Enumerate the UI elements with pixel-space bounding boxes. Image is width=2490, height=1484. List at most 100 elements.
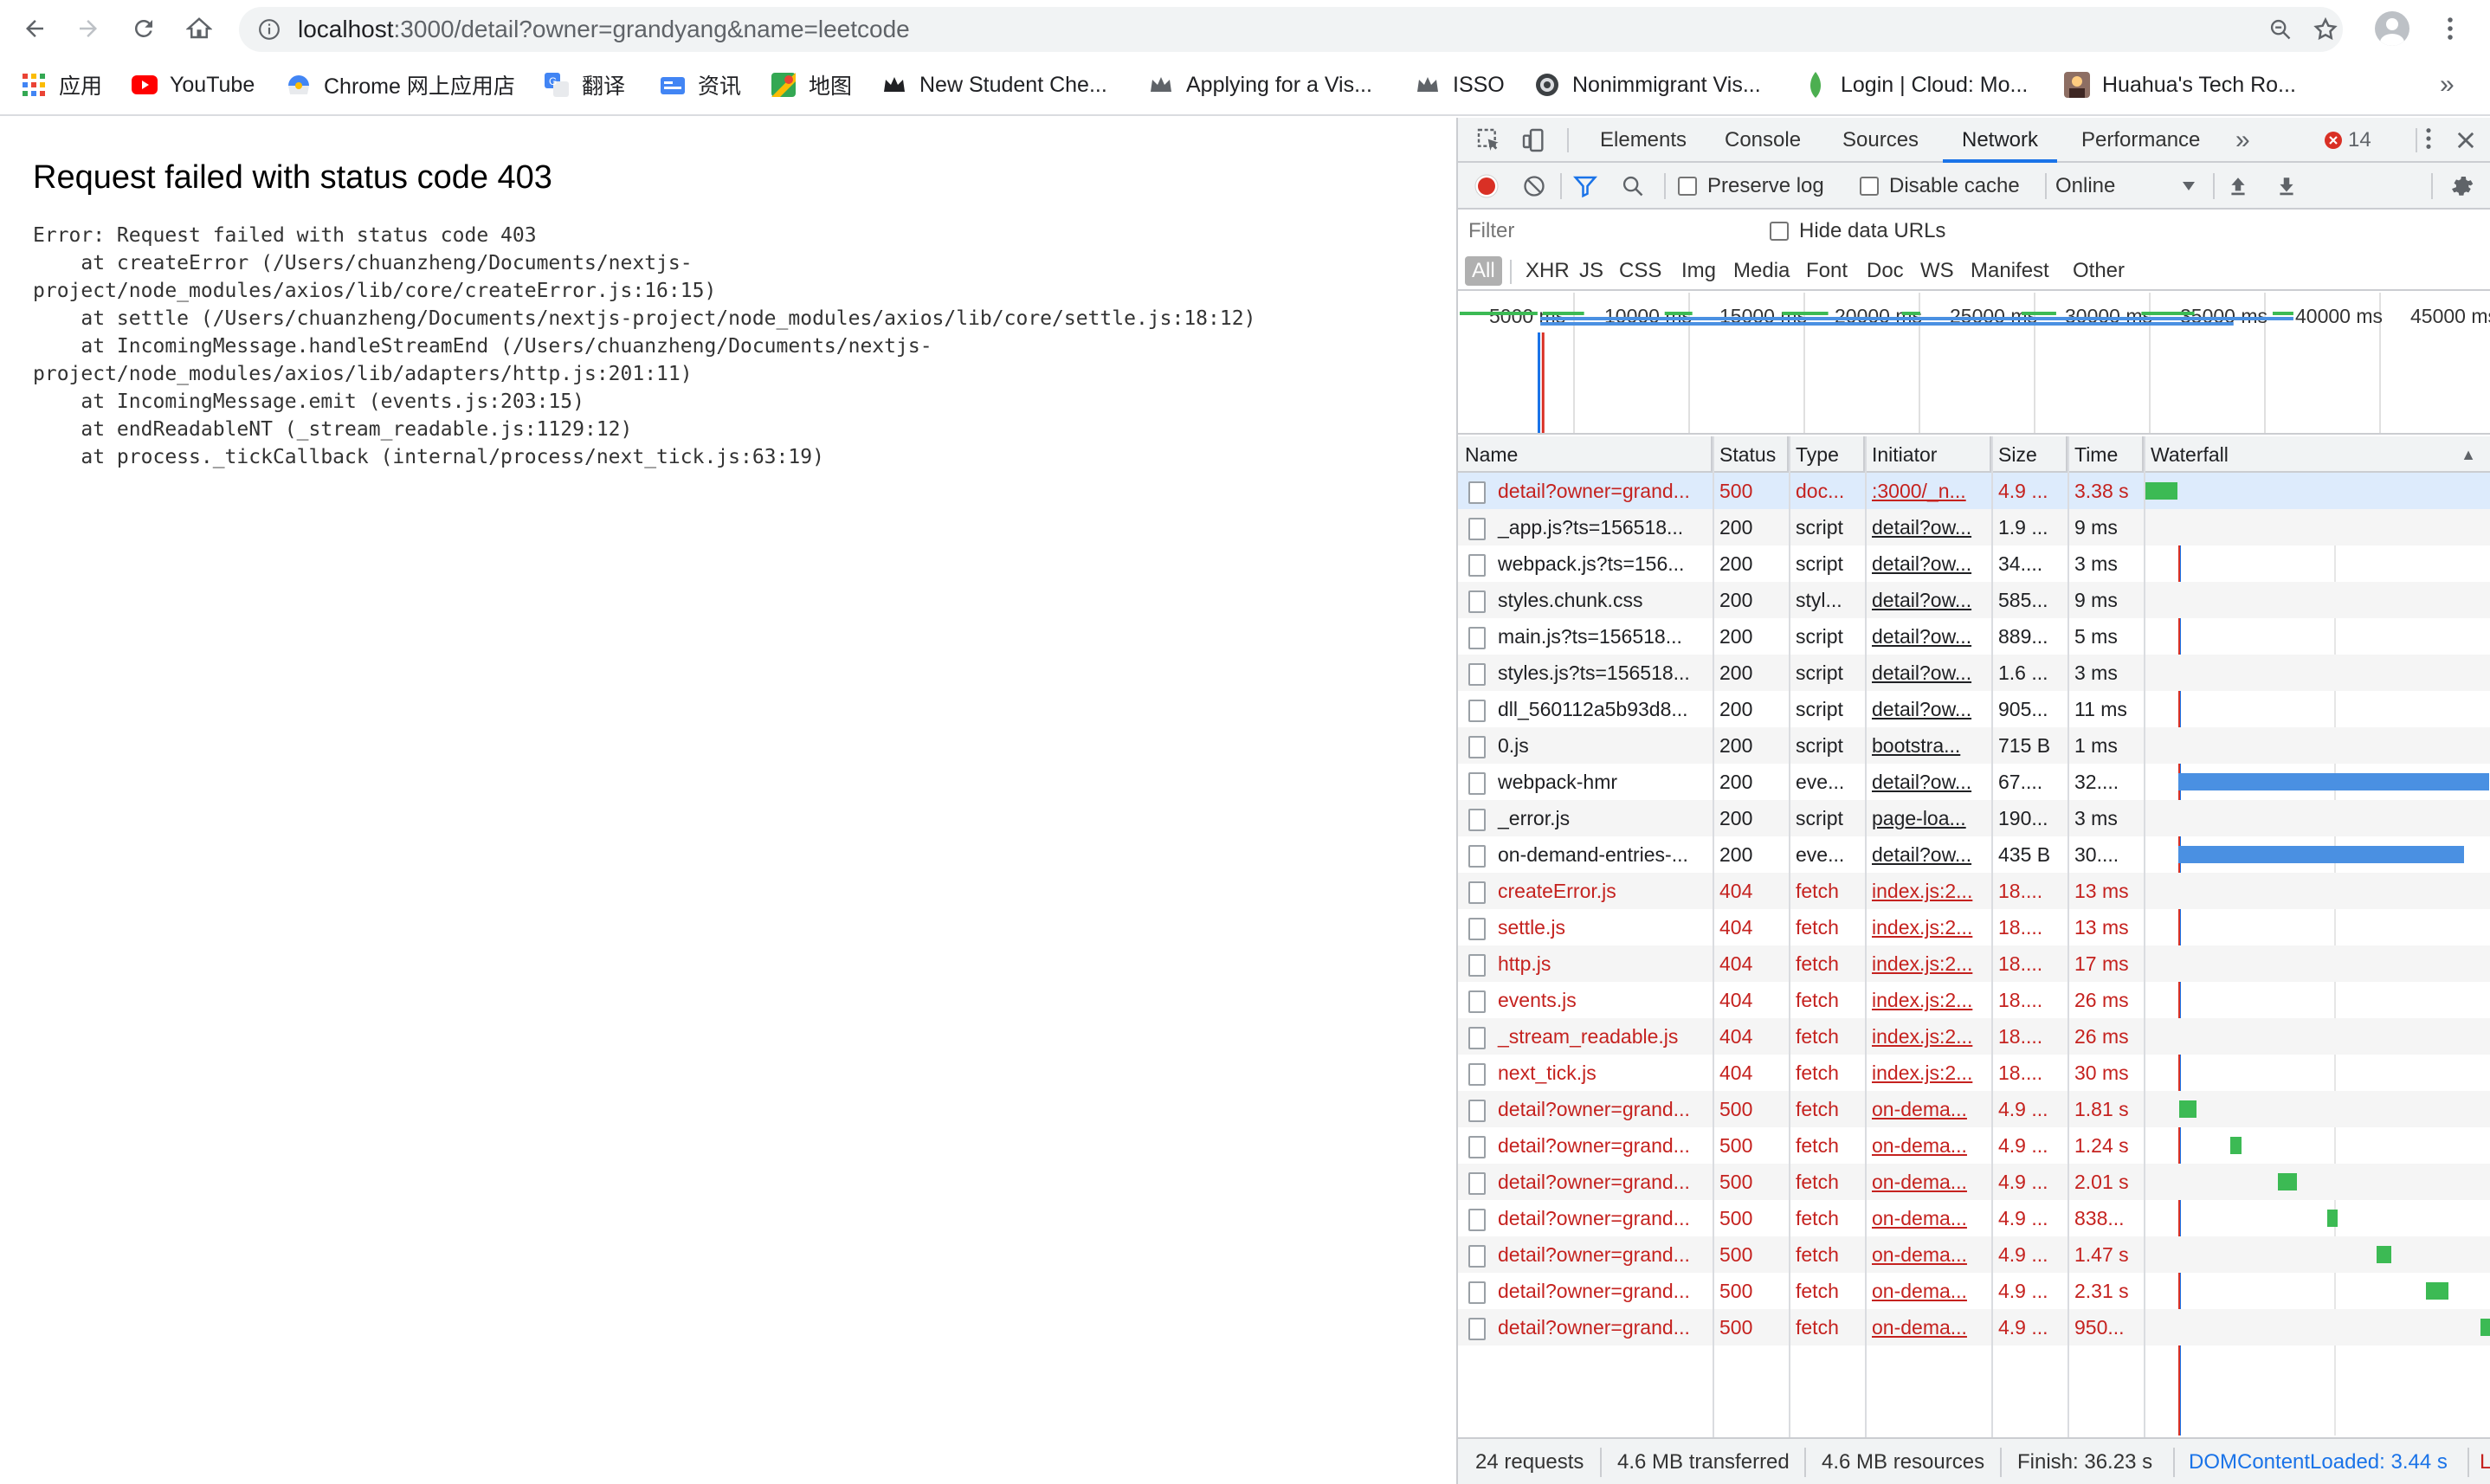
request-row[interactable]: detail?owner=grand... 500 fetch on-dema... 4… bbox=[1458, 1273, 2490, 1309]
request-row[interactable]: detail?owner=grand... 500 fetch on-dema... 4… bbox=[1458, 1236, 2490, 1273]
network-settings-button[interactable] bbox=[2448, 163, 2474, 210]
bookmarks-overflow-button[interactable]: » bbox=[2440, 68, 2455, 102]
device-toolbar-button[interactable] bbox=[1520, 126, 1548, 154]
request-row[interactable]: dll_560112a5b93d8... 200 script detail?ow..… bbox=[1458, 691, 2490, 727]
site-info-icon[interactable] bbox=[258, 18, 281, 41]
request-row[interactable]: detail?owner=grand... 500 fetch on-dema... 4… bbox=[1458, 1309, 2490, 1345]
home-button[interactable] bbox=[180, 10, 218, 48]
request-row[interactable]: detail?owner=grand... 500 fetch on-dema... 4… bbox=[1458, 1200, 2490, 1236]
type-filter-img[interactable]: Img bbox=[1674, 256, 1723, 286]
request-row[interactable]: _error.js 200 script page-loa... 190... 3 ms bbox=[1458, 800, 2490, 836]
hide-data-urls-checkbox[interactable]: Hide data URLs bbox=[1770, 210, 1945, 253]
type-filter-css[interactable]: CSS bbox=[1612, 256, 1668, 286]
bookmark-chrome-webstore[interactable]: Chrome 网上应用店 bbox=[286, 68, 515, 102]
type-filter-media[interactable]: Media bbox=[1726, 256, 1797, 286]
export-har-button[interactable] bbox=[2275, 163, 2298, 210]
cell-initiator[interactable]: detail?ow... bbox=[1865, 691, 1991, 727]
request-row[interactable]: webpack.js?ts=156... 200 script detail?ow..… bbox=[1458, 545, 2490, 582]
bookmark-new-student[interactable]: New Student Che... bbox=[881, 68, 1107, 102]
cell-initiator[interactable]: index.js:2... bbox=[1865, 873, 1991, 909]
bookmark-huahua[interactable]: Huahua's Tech Ro... bbox=[2064, 68, 2296, 102]
checkbox[interactable] bbox=[1770, 222, 1789, 241]
bookmark-maps[interactable]: 地图 bbox=[771, 68, 852, 102]
tab-network[interactable]: Network bbox=[1943, 118, 2058, 163]
type-filter-other[interactable]: Other bbox=[2066, 256, 2132, 286]
cell-initiator[interactable]: detail?ow... bbox=[1865, 509, 1991, 545]
bookmark-nonimmigrant-visa[interactable]: Nonimmigrant Vis... bbox=[1534, 68, 1761, 102]
zoom-icon[interactable] bbox=[2267, 16, 2294, 43]
tab-console[interactable]: Console bbox=[1725, 118, 1801, 163]
cell-initiator[interactable]: detail?ow... bbox=[1865, 764, 1991, 800]
cell-initiator[interactable]: bootstra... bbox=[1865, 727, 1991, 764]
request-row[interactable]: detail?owner=grand... 500 fetch on-dema... 4… bbox=[1458, 1091, 2490, 1127]
request-row[interactable]: http.js 404 fetch index.js:2... 18.... 17 ms bbox=[1458, 945, 2490, 982]
inspect-element-button[interactable] bbox=[1475, 126, 1503, 154]
cell-initiator[interactable]: detail?ow... bbox=[1865, 836, 1991, 873]
cell-initiator[interactable]: on-dema... bbox=[1865, 1273, 1991, 1309]
bookmark-apps[interactable]: 应用 bbox=[21, 68, 102, 102]
devtools-menu-button[interactable] bbox=[2416, 126, 2442, 154]
type-filter-all[interactable]: All bbox=[1465, 256, 1502, 286]
request-row[interactable]: webpack-hmr 200 eve... detail?ow... 67.... 32… bbox=[1458, 764, 2490, 800]
clear-button[interactable] bbox=[1522, 163, 1546, 210]
request-row[interactable]: detail?owner=grand... 500 doc...:3000/_n..… bbox=[1458, 473, 2490, 509]
cell-initiator[interactable]: on-dema... bbox=[1865, 1309, 1991, 1345]
type-filter-js[interactable]: JS bbox=[1572, 256, 1610, 286]
disable-cache-checkbox[interactable]: Disable cache bbox=[1860, 163, 2020, 210]
cell-initiator[interactable]: detail?ow... bbox=[1865, 545, 1991, 582]
tab-elements[interactable]: Elements bbox=[1600, 118, 1687, 163]
throttling-select[interactable]: Online bbox=[2055, 163, 2203, 210]
close-devtools-button[interactable] bbox=[2454, 128, 2478, 152]
request-row[interactable]: next_tick.js 404 fetch index.js:2... 18.... 3… bbox=[1458, 1055, 2490, 1091]
type-filter-xhr[interactable]: XHR bbox=[1519, 256, 1577, 286]
bookmark-star-icon[interactable] bbox=[2312, 16, 2339, 43]
type-filter-ws[interactable]: WS bbox=[1913, 256, 1961, 286]
column-header-time[interactable]: Time bbox=[2067, 436, 2144, 473]
back-button[interactable] bbox=[16, 10, 54, 48]
bookmark-applying-visa[interactable]: Applying for a Vis... bbox=[1148, 68, 1372, 102]
column-header-status[interactable]: Status bbox=[1713, 436, 1789, 473]
browser-menu-button[interactable] bbox=[2431, 10, 2469, 48]
preserve-log-checkbox[interactable]: Preserve log bbox=[1678, 163, 1824, 210]
url-text[interactable]: localhost:3000/detail?owner=grandyang&na… bbox=[298, 17, 910, 42]
column-header-size[interactable]: Size bbox=[1991, 436, 2067, 473]
tab-sources[interactable]: Sources bbox=[1842, 118, 1919, 163]
request-row[interactable]: createError.js 404 fetch index.js:2... 18...… bbox=[1458, 873, 2490, 909]
error-count-badge[interactable]: 14 bbox=[2324, 118, 2371, 163]
record-button[interactable] bbox=[1474, 163, 1500, 210]
profile-avatar[interactable] bbox=[2375, 11, 2409, 46]
bookmark-news[interactable]: 资讯 bbox=[660, 68, 741, 102]
forward-button[interactable] bbox=[69, 10, 107, 48]
request-row[interactable]: settle.js 404 fetch index.js:2... 18.... 13 m… bbox=[1458, 909, 2490, 945]
cell-initiator[interactable]: index.js:2... bbox=[1865, 1018, 1991, 1055]
checkbox[interactable] bbox=[1860, 177, 1879, 196]
cell-initiator[interactable]: :3000/_n... bbox=[1865, 473, 1991, 509]
more-tabs-button[interactable]: » bbox=[2235, 118, 2250, 163]
request-row[interactable]: styles.chunk.css 200 styl... detail?ow... 58… bbox=[1458, 582, 2490, 618]
cell-initiator[interactable]: detail?ow... bbox=[1865, 655, 1991, 691]
filter-toggle-button[interactable] bbox=[1572, 163, 1598, 210]
import-har-button[interactable] bbox=[2227, 163, 2249, 210]
cell-initiator[interactable]: on-dema... bbox=[1865, 1164, 1991, 1200]
search-button[interactable] bbox=[1621, 163, 1645, 210]
reload-button[interactable] bbox=[125, 10, 163, 48]
cell-initiator[interactable]: detail?ow... bbox=[1865, 582, 1991, 618]
request-row[interactable]: events.js 404 fetch index.js:2... 18.... 26 m… bbox=[1458, 982, 2490, 1018]
cell-initiator[interactable]: on-dema... bbox=[1865, 1091, 1991, 1127]
bookmark-translate[interactable]: G 翻译 bbox=[544, 68, 625, 102]
tab-performance[interactable]: Performance bbox=[2081, 118, 2200, 163]
address-bar[interactable]: localhost:3000/detail?owner=grandyang&na… bbox=[239, 7, 2343, 52]
type-filter-doc[interactable]: Doc bbox=[1860, 256, 1911, 286]
cell-initiator[interactable]: on-dema... bbox=[1865, 1236, 1991, 1273]
column-header-type[interactable]: Type bbox=[1789, 436, 1865, 473]
bookmark-isso[interactable]: ISSO bbox=[1415, 68, 1505, 102]
cell-initiator[interactable]: detail?ow... bbox=[1865, 618, 1991, 655]
bookmark-login-cloud[interactable]: Login | Cloud: Mo... bbox=[1803, 68, 2028, 102]
filter-input[interactable] bbox=[1463, 216, 1749, 246]
cell-initiator[interactable]: index.js:2... bbox=[1865, 945, 1991, 982]
request-row[interactable]: _stream_readable.js 404 fetch index.js:2...… bbox=[1458, 1018, 2490, 1055]
request-row[interactable]: 0.js 200 script bootstra... 715 B 1 ms bbox=[1458, 727, 2490, 764]
cell-initiator[interactable]: index.js:2... bbox=[1865, 909, 1991, 945]
checkbox[interactable] bbox=[1678, 177, 1697, 196]
request-row[interactable]: main.js?ts=156518... 200 script detail?ow..… bbox=[1458, 618, 2490, 655]
